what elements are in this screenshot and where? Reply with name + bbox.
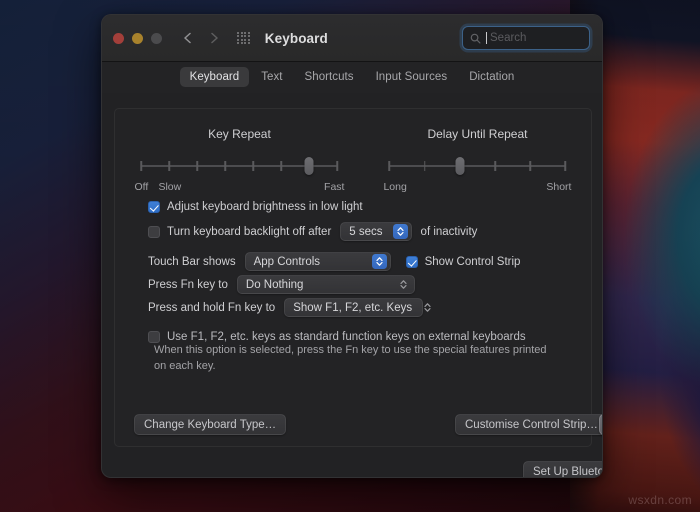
page-title: Keyboard	[264, 30, 328, 46]
touch-bar-shows-row: Touch Bar shows App Controls Show Contro…	[148, 252, 520, 271]
slider-thumb[interactable]	[304, 157, 314, 175]
key-repeat-scale-labels: Off Slow Fast	[134, 181, 344, 195]
back-button[interactable]	[181, 31, 195, 45]
search-icon	[470, 33, 481, 43]
use-f-keys-description: When this option is selected, press the …	[154, 344, 547, 372]
key-repeat-slider[interactable]	[140, 157, 339, 175]
chevron-up-down-icon	[396, 227, 404, 236]
slider-thumb[interactable]	[455, 157, 465, 175]
tab-shortcuts[interactable]: Shortcuts	[295, 67, 364, 87]
backlight-off-label: Turn keyboard backlight off after	[167, 225, 332, 238]
chevron-up-down-icon	[375, 257, 383, 266]
close-button[interactable]	[113, 32, 124, 44]
adjust-brightness-row[interactable]: Adjust keyboard brightness in low light	[148, 201, 363, 213]
window-titlebar: Keyboard Search	[102, 15, 602, 62]
modifier-keys-button[interactable]: Modifier Keys…	[599, 414, 602, 435]
search-placeholder: Search	[490, 32, 527, 44]
delay-until-repeat-control: Delay Until Repeat Long Short	[364, 127, 591, 195]
backlight-off-row[interactable]: Turn keyboard backlight off after 5 secs…	[148, 222, 477, 241]
press-hold-fn-key-value: Show F1, F2, etc. Keys	[293, 301, 413, 314]
press-hold-fn-key-label: Press and hold Fn key to	[148, 301, 276, 314]
backlight-delay-stepper[interactable]: 5 secs	[340, 222, 412, 241]
use-f-keys-checkbox[interactable]	[148, 331, 160, 343]
text-caret	[486, 32, 487, 44]
adjust-brightness-checkbox[interactable]	[148, 201, 160, 213]
chevron-left-icon	[184, 32, 191, 44]
key-repeat-label: Key Repeat	[208, 127, 271, 141]
chevron-right-icon	[211, 32, 218, 44]
touch-bar-shows-label: Touch Bar shows	[148, 255, 236, 268]
chevron-up-down-icon	[424, 303, 431, 312]
popup-arrows-icon[interactable]	[371, 254, 387, 269]
popup-arrows-icon[interactable]	[396, 277, 411, 292]
chevron-up-down-icon	[400, 280, 407, 289]
change-keyboard-type-button[interactable]: Change Keyboard Type…	[134, 414, 287, 435]
watermark: wsxdn.com	[628, 493, 692, 507]
keyboard-preferences-window: Keyboard Search Keyboard Text Shortcuts …	[101, 14, 603, 478]
key-repeat-min-label: Off	[134, 181, 149, 193]
show-all-preferences-icon[interactable]	[237, 31, 250, 45]
key-repeat-slow-label: Slow	[158, 181, 182, 193]
delay-max-label: Short	[546, 181, 572, 193]
press-fn-key-value: Do Nothing	[245, 278, 304, 291]
backlight-off-suffix: of inactivity	[420, 225, 478, 238]
backlight-delay-value: 5 secs	[349, 225, 383, 238]
press-hold-fn-key-row: Press and hold Fn key to Show F1, F2, et…	[148, 298, 431, 317]
press-fn-key-label: Press Fn key to	[148, 278, 228, 291]
key-repeat-max-label: Fast	[324, 181, 345, 193]
adjust-brightness-label: Adjust keyboard brightness in low light	[167, 201, 363, 213]
delay-scale-labels: Long Short	[383, 181, 571, 195]
touch-bar-shows-popup[interactable]: App Controls	[244, 252, 391, 271]
backlight-off-checkbox[interactable]	[148, 225, 160, 238]
forward-button[interactable]	[207, 31, 221, 45]
press-hold-fn-key-popup[interactable]: Show F1, F2, etc. Keys	[284, 298, 431, 317]
keyboard-settings-panel: Key Repeat Off Slow Fast Delay Until Rep…	[114, 108, 592, 447]
tab-keyboard[interactable]: Keyboard	[179, 66, 250, 87]
tab-text[interactable]: Text	[251, 67, 292, 87]
search-input[interactable]: Search	[462, 26, 590, 50]
navigation-buttons	[181, 31, 221, 45]
minimize-button[interactable]	[132, 32, 143, 44]
show-control-strip-checkbox[interactable]	[405, 255, 418, 268]
delay-until-repeat-slider[interactable]	[388, 157, 567, 175]
sliders-group: Key Repeat Off Slow Fast Delay Until Rep…	[115, 127, 591, 195]
popup-arrows-icon[interactable]	[420, 300, 435, 315]
stepper-arrows-icon[interactable]	[392, 224, 408, 239]
delay-until-repeat-label: Delay Until Repeat	[427, 127, 528, 141]
use-f-keys-row[interactable]: Use F1, F2, etc. keys as standard functi…	[148, 331, 526, 343]
press-fn-key-popup[interactable]: Do Nothing	[236, 275, 415, 294]
customise-control-strip-button[interactable]: Customise Control Strip…	[455, 414, 602, 435]
zoom-button[interactable]	[151, 32, 162, 44]
delay-min-label: Long	[383, 181, 407, 193]
key-repeat-control: Key Repeat Off Slow Fast	[115, 127, 364, 195]
slider-ticks	[388, 161, 567, 171]
press-fn-key-row: Press Fn key to Do Nothing	[148, 275, 415, 294]
show-control-strip-label: Show Control Strip	[424, 255, 521, 268]
touch-bar-shows-value: App Controls	[253, 255, 321, 268]
set-up-bluetooth-keyboard-button[interactable]: Set Up Bluetooth Keyboard…	[523, 461, 602, 477]
traffic-lights	[113, 32, 162, 44]
tab-dictation[interactable]: Dictation	[459, 67, 524, 87]
use-f-keys-label: Use F1, F2, etc. keys as standard functi…	[167, 331, 526, 343]
tab-bar: Keyboard Text Shortcuts Input Sources Di…	[102, 62, 602, 93]
tab-input-sources[interactable]: Input Sources	[366, 67, 458, 87]
search-field-wrapper: Search	[462, 26, 590, 50]
